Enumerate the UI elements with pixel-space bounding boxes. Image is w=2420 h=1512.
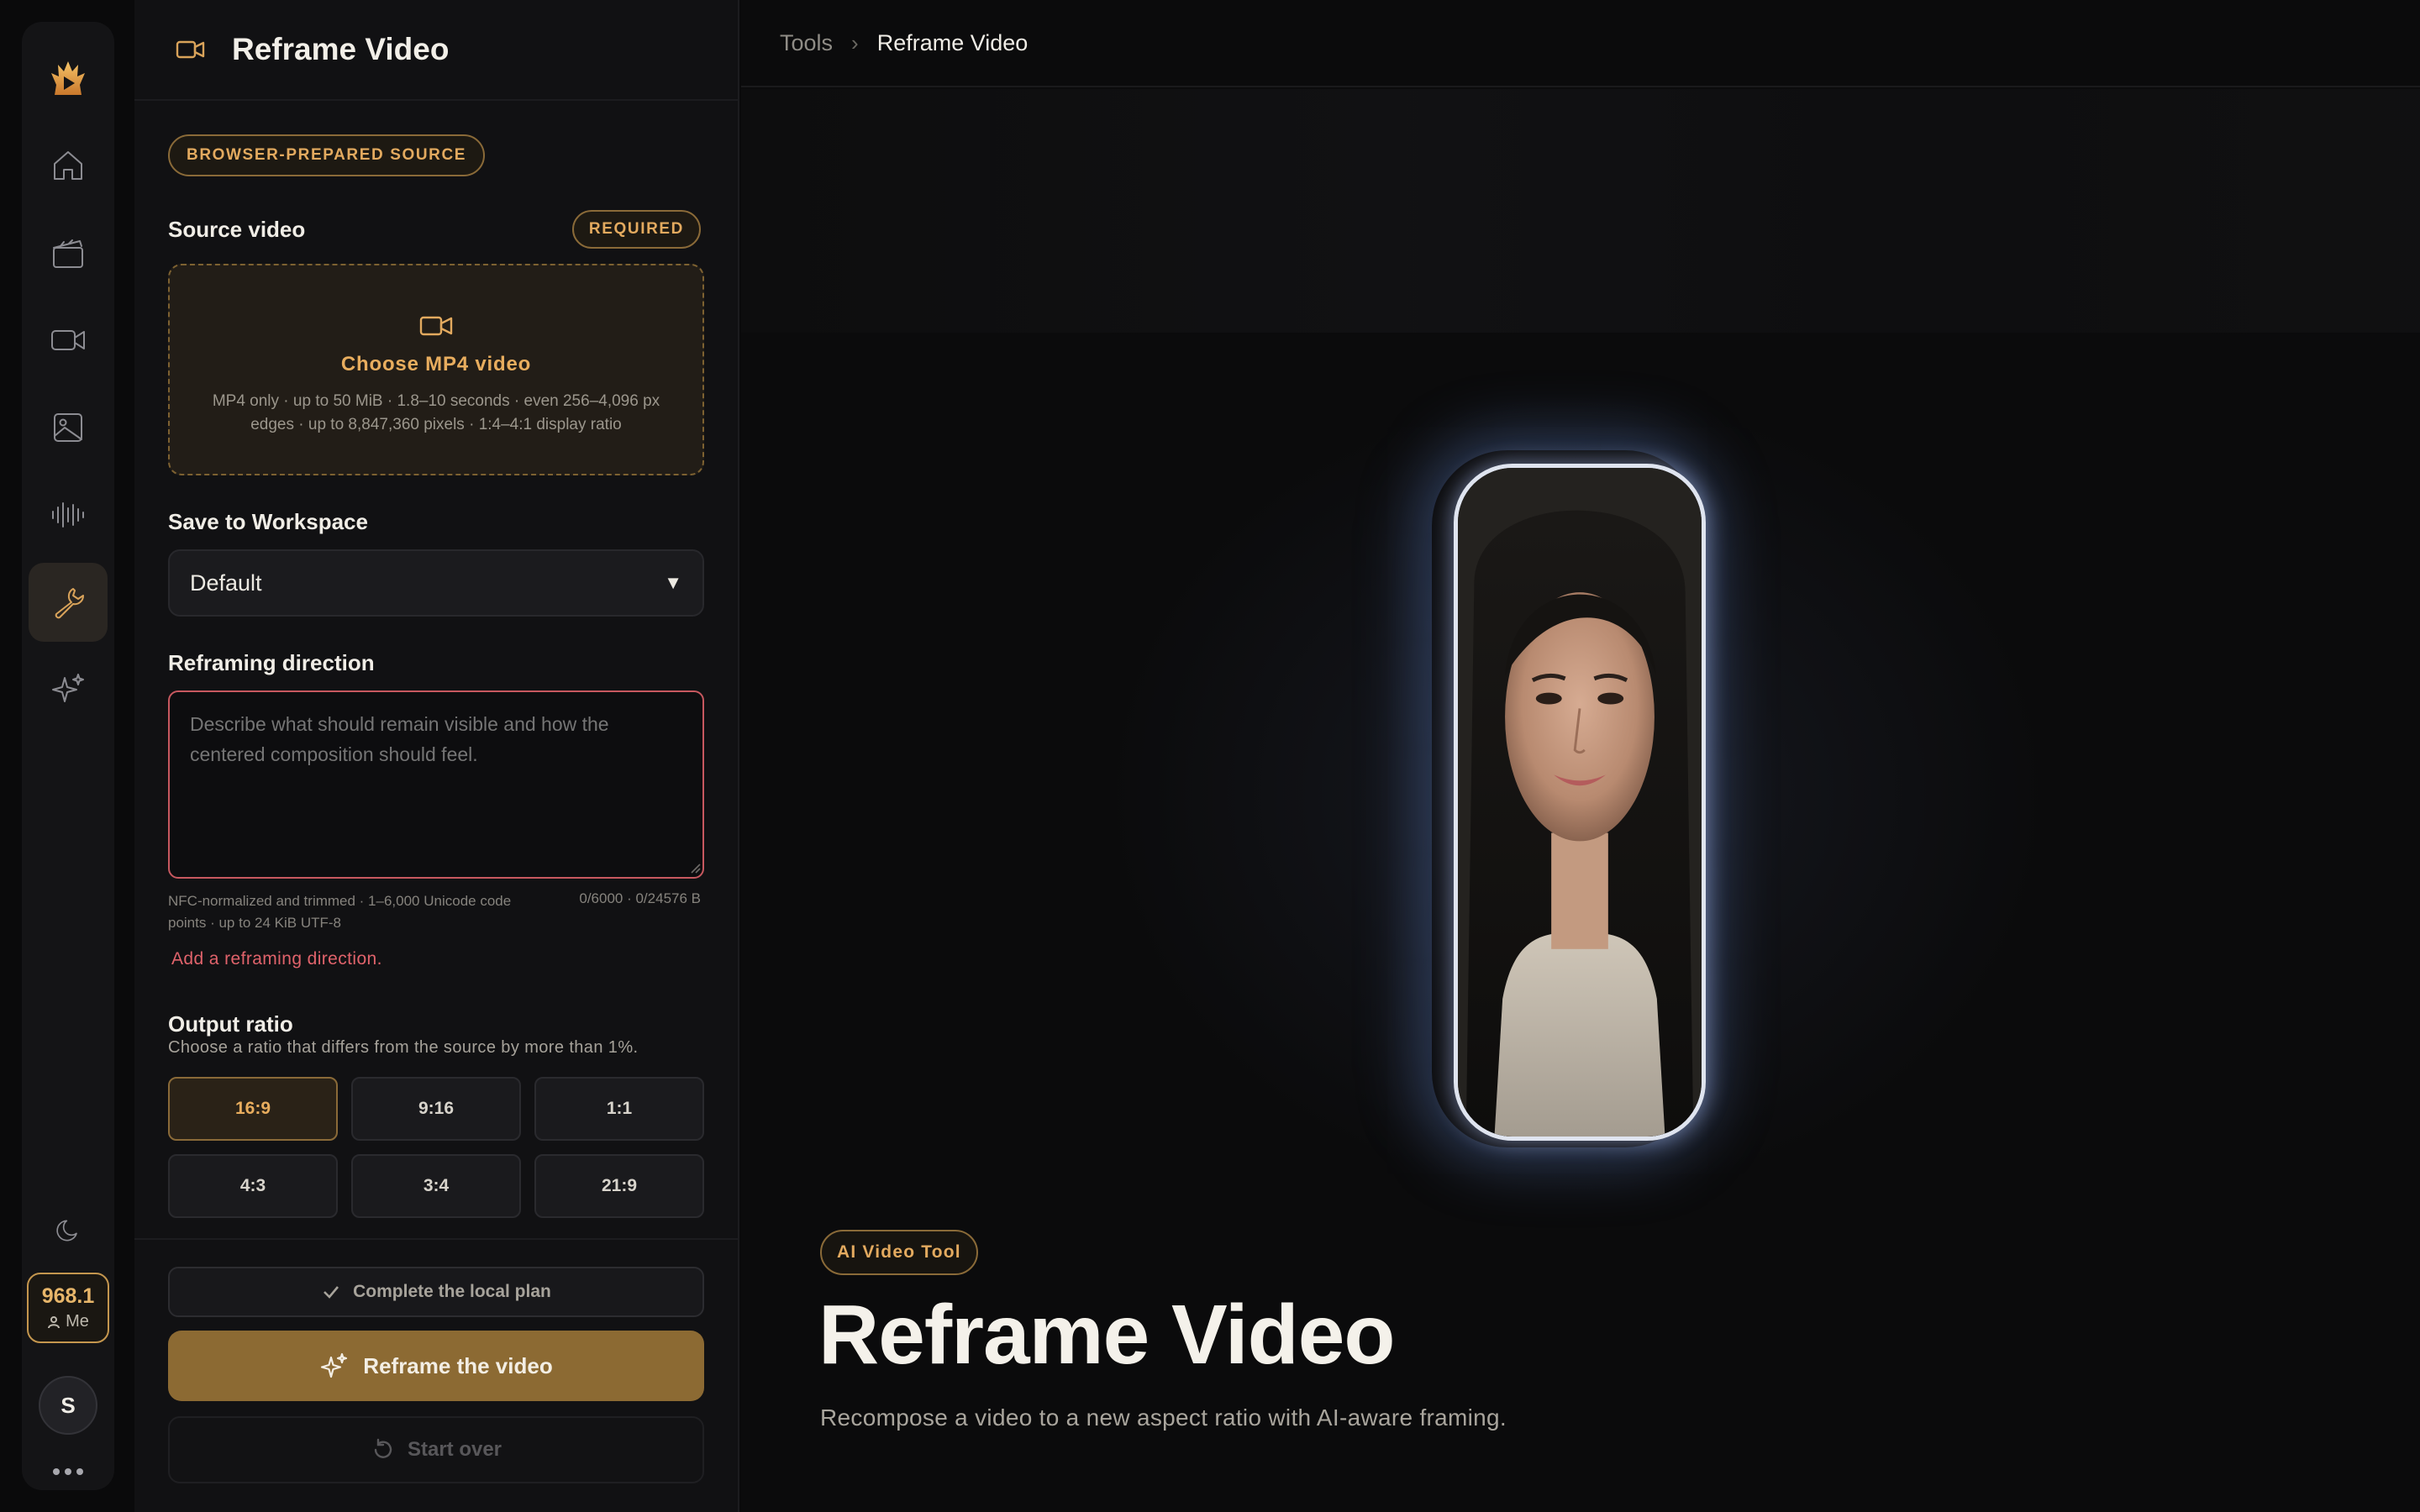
sparkles-icon[interactable] [29,650,108,729]
portrait-preview-image [1454,464,1706,1141]
app-logo-icon[interactable] [29,39,108,118]
workspace-select[interactable]: Default ▼ [168,549,704,617]
start-over-label: Start over [407,1438,502,1461]
complete-plan-button[interactable]: Complete the local plan [168,1267,704,1317]
chevron-down-icon: ▼ [664,572,682,593]
main-content: Tools › Reframe Video AI Video Tool Refr… [741,0,2420,1512]
breadcrumb-current: Reframe Video [876,29,1028,55]
sparkles-icon [321,1352,348,1378]
workspace-value: Default [190,570,262,596]
divider [134,1238,738,1240]
ratio-option-3-4[interactable]: 3:4 [351,1154,521,1218]
wrench-icon[interactable] [29,563,108,642]
credits-badge[interactable]: 968.1 Me [27,1273,109,1343]
ai-video-tool-tag: AI Video Tool [820,1230,978,1275]
audio-waveform-icon[interactable] [29,475,108,554]
ratio-option-16-9[interactable]: 16:9 [168,1077,338,1141]
rotate-ccw-icon [374,1438,392,1458]
direction-error: Add a reframing direction. [171,949,382,969]
workspace-label: Save to Workspace [168,509,368,534]
chevron-right-icon: › [851,29,859,55]
page-title: Reframe Video [818,1288,1395,1382]
moon-icon[interactable] [29,1191,108,1270]
reframe-video-button[interactable]: Reframe the video [168,1331,704,1401]
video-camera-icon [176,40,205,59]
video-camera-icon[interactable] [29,301,108,380]
output-ratio-label: Output ratio [168,1011,293,1037]
reframing-direction-input[interactable] [168,690,704,879]
video-dropzone[interactable]: Choose MP4 video MP4 only · up to 50 MiB… [168,264,704,475]
ratio-option-21-9[interactable]: 21:9 [534,1154,704,1218]
home-icon[interactable] [29,126,108,205]
user-icon [48,1315,60,1328]
credits-owner: Me [66,1312,89,1331]
ratio-option-4-3[interactable]: 4:3 [168,1154,338,1218]
breadcrumb-tools[interactable]: Tools [780,30,833,56]
video-camera-icon [419,316,453,336]
resize-handle-icon[interactable] [689,862,701,874]
choose-video-button[interactable]: Choose MP4 video [341,353,531,376]
source-video-label: Source video [168,217,306,242]
sidebar-rail: 968.1 Me S [22,22,114,1490]
video-requirements: MP4 only · up to 50 MiB · 1.8–10 seconds… [212,392,660,433]
reframe-video-label: Reframe the video [363,1352,553,1378]
tool-form-panel: Reframe Video BROWSER-PREPARED SOURCE So… [134,0,739,1512]
check-icon [324,1286,339,1299]
more-options-icon[interactable] [39,1455,97,1488]
direction-label: Reframing direction [168,650,375,675]
breadcrumb: Tools › Reframe Video [741,0,2420,87]
panel-title: Reframe Video [232,32,450,66]
avatar[interactable]: S [39,1376,97,1435]
output-ratio-note: Choose a ratio that differs from the sou… [168,1038,639,1057]
clapperboard-icon[interactable] [29,213,108,292]
panel-header: Reframe Video [134,0,738,101]
hero-background-band [741,89,2420,333]
required-badge: REQUIRED [571,210,701,249]
ratio-option-1-1[interactable]: 1:1 [534,1077,704,1141]
source-badge: BROWSER-PREPARED SOURCE [168,134,486,176]
image-icon[interactable] [29,388,108,467]
complete-plan-label: Complete the local plan [353,1282,551,1301]
start-over-button[interactable]: Start over [168,1416,704,1483]
ratio-option-9-16[interactable]: 9:16 [351,1077,521,1141]
credits-amount: 968.1 [41,1284,95,1308]
direction-counter: 0/6000 · 0/24576 B [579,890,701,906]
direction-hint: NFC-normalized and trimmed · 1–6,000 Uni… [168,893,512,931]
page-subtitle: Recompose a video to a new aspect ratio … [820,1404,1507,1431]
